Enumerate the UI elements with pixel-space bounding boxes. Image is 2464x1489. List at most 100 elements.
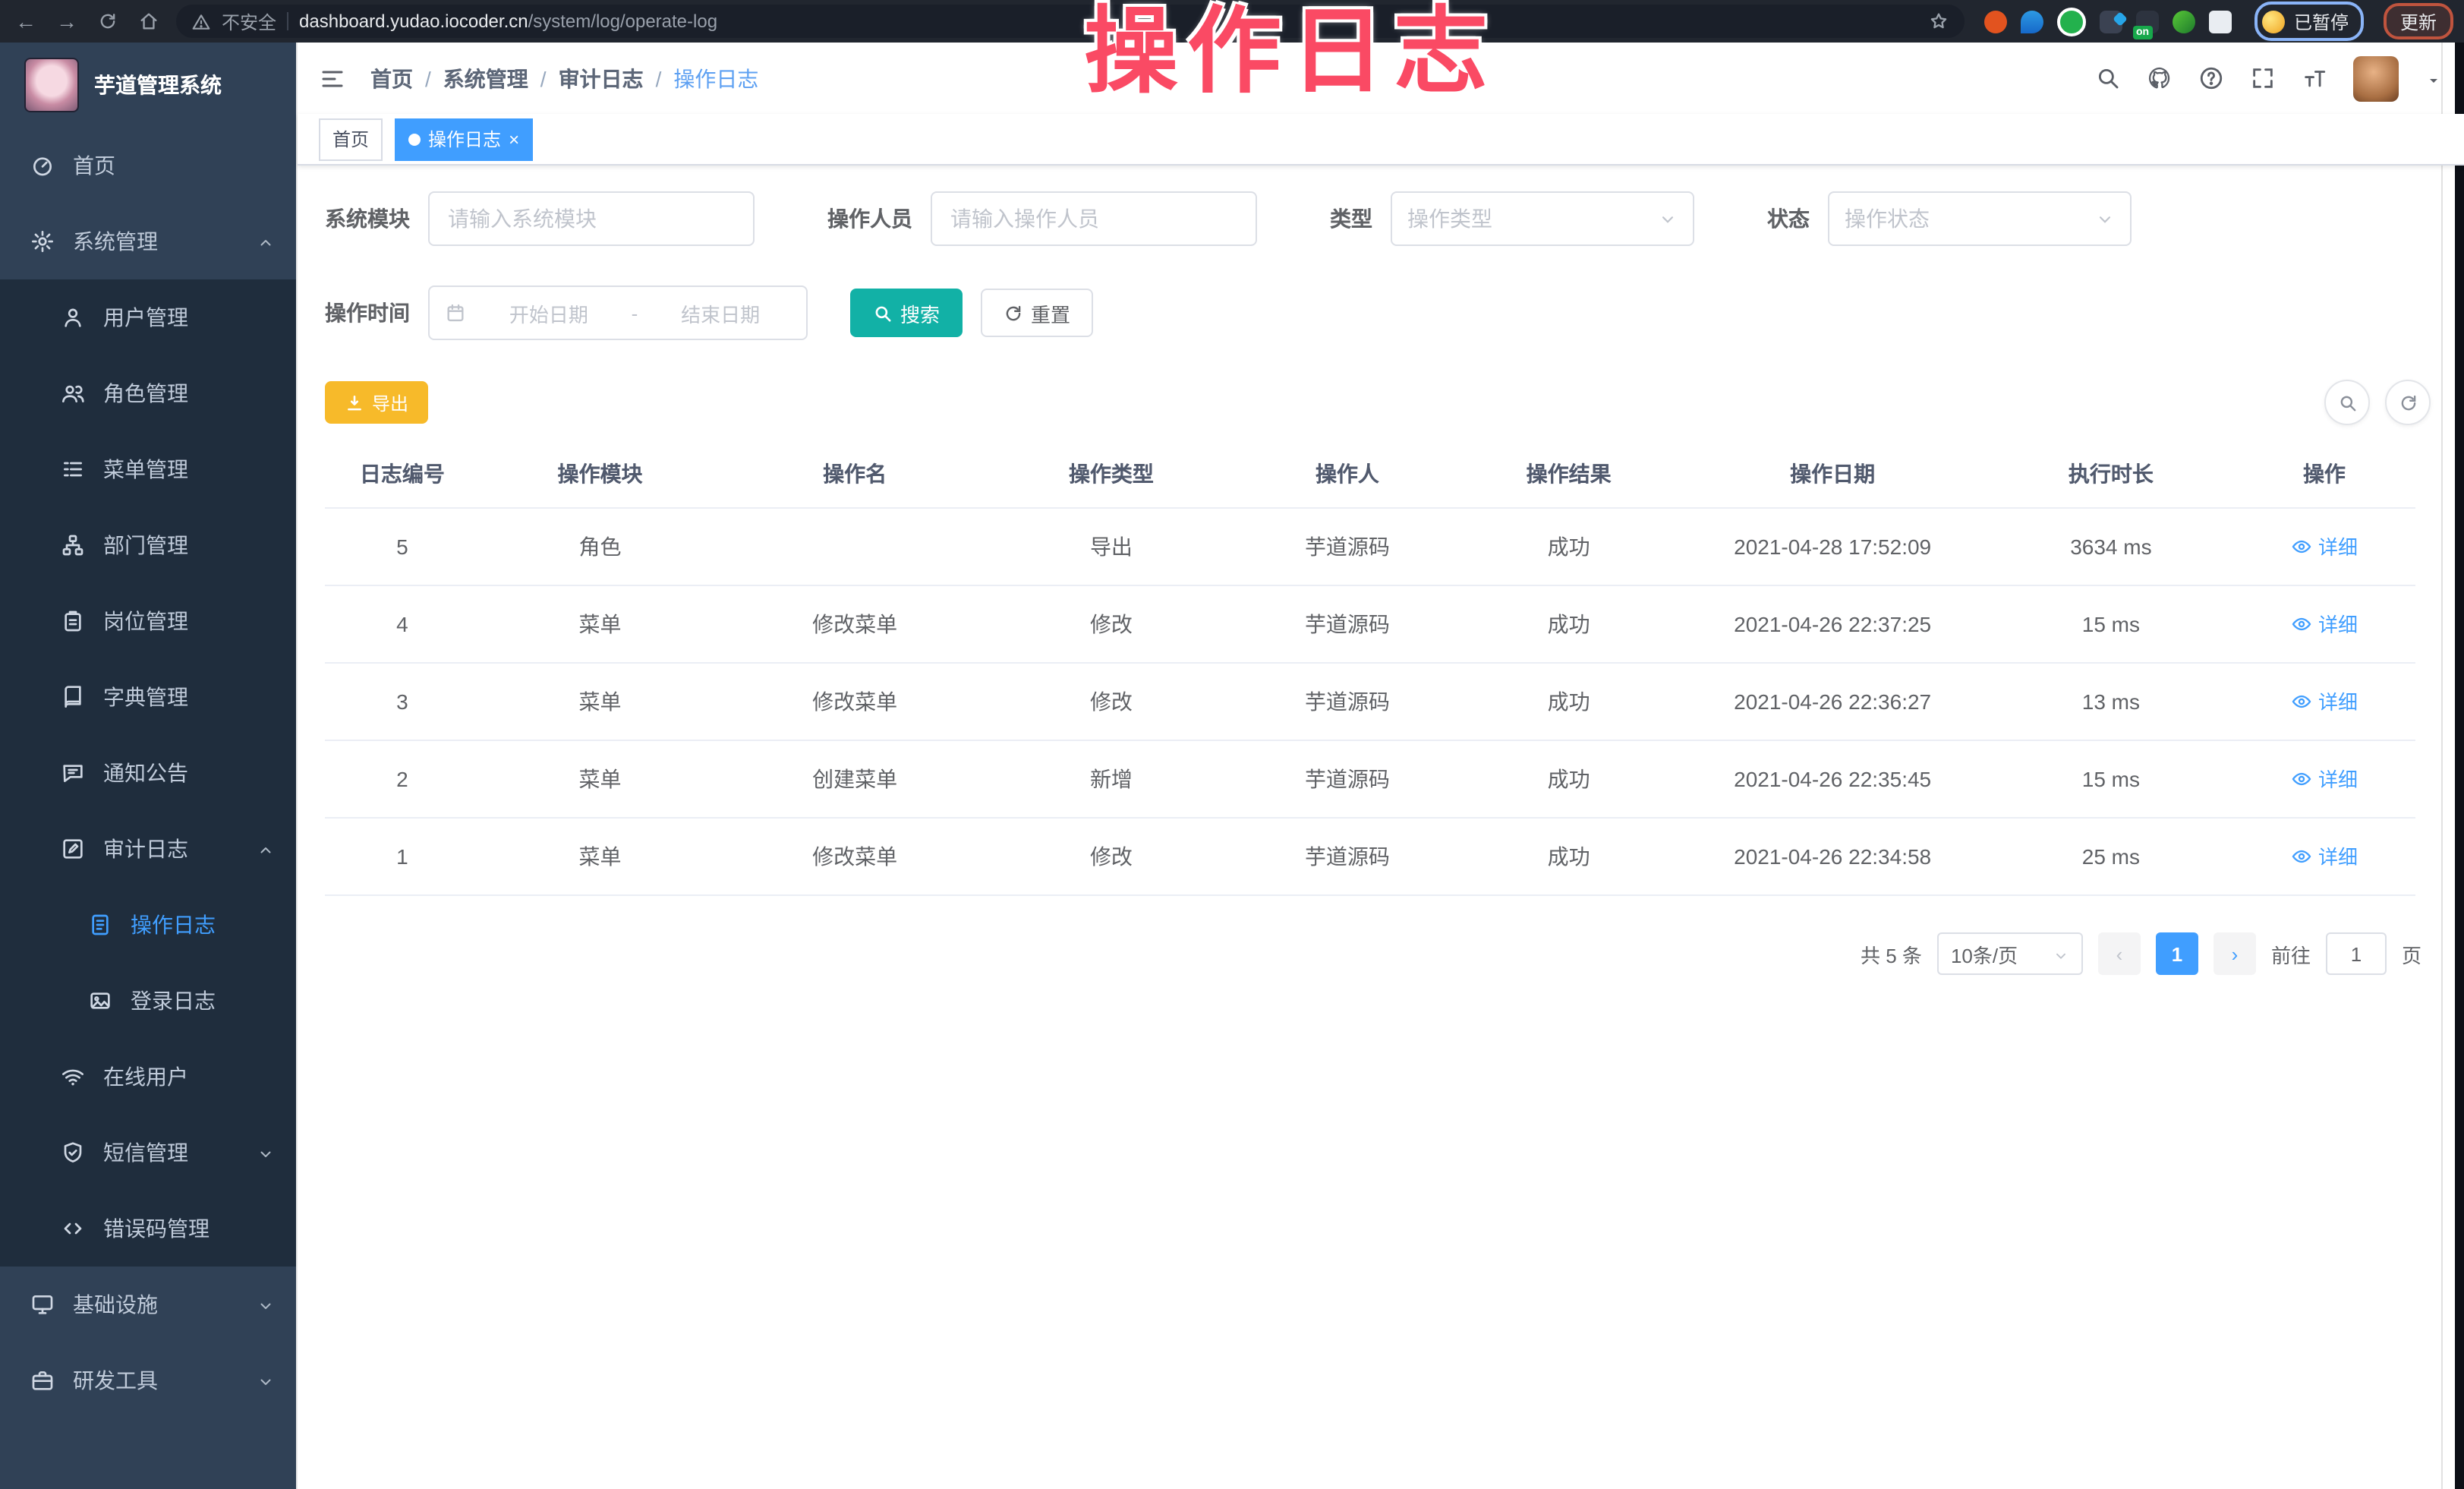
filter-row-2: 操作时间 开始日期 - 结束日期 搜索: [325, 285, 2437, 340]
scrollbar-gutter[interactable]: [2441, 43, 2455, 1489]
app-logo[interactable]: 芋道管理系统: [0, 43, 296, 128]
filter-status: 状态 操作状态: [1767, 191, 2132, 246]
chevron-up-icon: [257, 232, 275, 251]
sidebar-item-role-mgmt[interactable]: 角色管理: [0, 355, 296, 431]
back-icon[interactable]: ←: [12, 8, 39, 35]
fullscreen-icon[interactable]: [2250, 65, 2276, 91]
search-button[interactable]: 搜索: [850, 289, 963, 337]
extension-icon[interactable]: [2057, 7, 2086, 36]
page-size-select[interactable]: 10条/页: [1937, 932, 2083, 975]
browser-update-button[interactable]: 更新: [2384, 3, 2453, 39]
sidebar-item-label: 在线用户: [103, 1062, 188, 1092]
refresh-button[interactable]: [2385, 380, 2431, 425]
toggle-search-button[interactable]: [2324, 380, 2370, 425]
tab-home[interactable]: 首页: [319, 118, 383, 160]
github-icon[interactable]: [2147, 65, 2173, 91]
table-cell: 详细: [2233, 585, 2415, 663]
browser-profile-chip[interactable]: 已暂停: [2254, 2, 2364, 41]
user-avatar[interactable]: [2353, 55, 2399, 101]
page-unit-label: 页: [2402, 939, 2421, 968]
wifi-icon: [61, 1065, 85, 1089]
search-icon[interactable]: [2095, 65, 2121, 91]
sidebar-item-dev-tool[interactable]: 研发工具: [0, 1342, 296, 1418]
address-bar[interactable]: 不安全 dashboard.yudao.iocoder.cn/system/lo…: [176, 5, 1965, 38]
extension-on-badge: on: [2133, 25, 2152, 39]
doc-icon: [88, 913, 112, 937]
detail-link[interactable]: 详细: [2291, 610, 2358, 639]
tags-view: 首页操作日志×: [298, 114, 2464, 166]
goto-page-input[interactable]: [2326, 932, 2387, 975]
sidebar-item-label: 岗位管理: [103, 606, 188, 636]
sidebar-item-dict-mgmt[interactable]: 字典管理: [0, 659, 296, 735]
sidebar-item-dept-mgmt[interactable]: 部门管理: [0, 507, 296, 583]
total-count: 共 5 条: [1861, 939, 1922, 968]
detail-link[interactable]: 详细: [2291, 687, 2358, 716]
sidebar-item-label: 用户管理: [103, 302, 188, 333]
sidebar-item-notice[interactable]: 通知公告: [0, 735, 296, 811]
extension-tampermonkey-icon[interactable]: [2209, 10, 2232, 33]
extension-icon[interactable]: [1984, 10, 2007, 33]
operator-input[interactable]: [931, 191, 1257, 246]
sidebar-item-label: 字典管理: [103, 682, 188, 712]
bookmark-star-icon[interactable]: [1928, 11, 1949, 32]
type-select[interactable]: 操作类型: [1391, 191, 1694, 246]
extension-icon[interactable]: on: [2136, 10, 2159, 33]
search-icon: [873, 303, 893, 323]
home-icon[interactable]: [135, 8, 162, 35]
breadcrumb-item[interactable]: 系统管理: [443, 63, 528, 93]
chevron-up-icon: [257, 840, 275, 858]
navbar-actions: [2095, 55, 2443, 101]
font-size-icon[interactable]: [2302, 65, 2327, 91]
sidebar-item-infra[interactable]: 基础设施: [0, 1267, 296, 1342]
table-cell: 芋道源码: [1234, 818, 1461, 895]
sidebar-item-operate-log[interactable]: 操作日志: [0, 887, 296, 963]
refresh-icon: [1004, 303, 1023, 323]
close-icon[interactable]: ×: [509, 130, 519, 148]
prev-page-button[interactable]: ‹: [2098, 932, 2141, 975]
table-cell: 芋道源码: [1234, 740, 1461, 818]
reload-icon[interactable]: [94, 8, 121, 35]
sidebar-item-label: 首页: [73, 150, 115, 181]
breadcrumb-item[interactable]: 首页: [370, 63, 413, 93]
export-button[interactable]: 导出: [325, 381, 428, 424]
forward-icon[interactable]: →: [53, 8, 80, 35]
detail-link[interactable]: 详细: [2291, 842, 2358, 871]
sidebar-item-login-log[interactable]: 登录日志: [0, 963, 296, 1039]
operator-label: 操作人员: [827, 203, 912, 234]
module-input[interactable]: [428, 191, 755, 246]
security-label[interactable]: 不安全: [222, 8, 276, 34]
sidebar-item-sms-mgmt[interactable]: 短信管理: [0, 1115, 296, 1191]
sidebar-item-audit-log[interactable]: 审计日志: [0, 811, 296, 887]
extension-pin-icon[interactable]: [2021, 10, 2043, 33]
sidebar-item-user-mgmt[interactable]: 用户管理: [0, 279, 296, 355]
sidebar-item-menu-mgmt[interactable]: 菜单管理: [0, 431, 296, 507]
help-icon[interactable]: [2198, 65, 2224, 91]
table-row: 4菜单修改菜单修改芋道源码成功2021-04-26 22:37:2515 ms详…: [325, 585, 2415, 663]
sidebar-item-system[interactable]: 系统管理: [0, 203, 296, 279]
url-text[interactable]: dashboard.yudao.iocoder.cn/system/log/op…: [299, 11, 717, 32]
collapse-sidebar-icon[interactable]: [319, 65, 346, 92]
chevron-down-icon[interactable]: [2425, 69, 2443, 87]
breadcrumb-item[interactable]: 审计日志: [559, 63, 644, 93]
table-cell: 修改: [989, 663, 1234, 740]
sidebar-item-online-user[interactable]: 在线用户: [0, 1039, 296, 1115]
column-header: 操作人: [1234, 440, 1461, 508]
sidebar-item-label: 错误码管理: [103, 1213, 210, 1244]
sidebar-item-home[interactable]: 首页: [0, 128, 296, 203]
status-select[interactable]: 操作状态: [1828, 191, 2132, 246]
active-dot: [408, 133, 421, 145]
extension-icon[interactable]: [2173, 10, 2195, 33]
current-page-button[interactable]: 1: [2156, 932, 2198, 975]
breadcrumb-separator: /: [656, 66, 662, 90]
date-range-picker[interactable]: 开始日期 - 结束日期: [428, 285, 808, 340]
detail-link[interactable]: 详细: [2291, 532, 2358, 561]
tab-operate-log[interactable]: 操作日志×: [395, 118, 533, 160]
extension-icon[interactable]: [2100, 10, 2122, 33]
briefcase-icon: [30, 1368, 55, 1393]
sidebar-item-error-code[interactable]: 错误码管理: [0, 1191, 296, 1267]
reset-button[interactable]: 重置: [981, 289, 1093, 337]
sidebar-item-post-mgmt[interactable]: 岗位管理: [0, 583, 296, 659]
next-page-button[interactable]: ›: [2214, 932, 2256, 975]
filter-operator: 操作人员: [827, 191, 1257, 246]
detail-link[interactable]: 详细: [2291, 765, 2358, 793]
